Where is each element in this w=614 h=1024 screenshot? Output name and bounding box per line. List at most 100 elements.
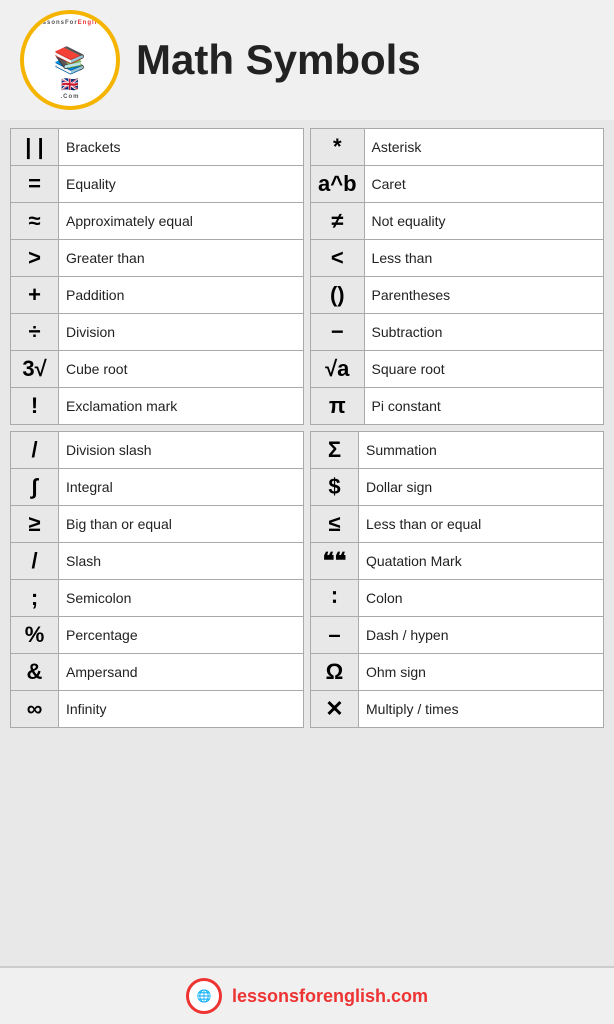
symbol-cell: ≤ (311, 506, 359, 543)
symbol-name-cell: Exclamation mark (59, 388, 304, 425)
symbol-cell: ✕ (311, 691, 359, 728)
symbol-cell: – (311, 617, 359, 654)
table-row: ΣSummation (311, 432, 604, 469)
table-row: ∫Integral (11, 469, 304, 506)
symbol-name-cell: Subtraction (364, 314, 603, 351)
symbol-cell: $ (311, 469, 359, 506)
symbol-name-cell: Big than or equal (59, 506, 304, 543)
logo-arc-bottom: .Com (30, 94, 110, 100)
symbol-cell: − (311, 314, 365, 351)
symbol-cell: ; (11, 580, 59, 617)
symbol-cell: / (11, 432, 59, 469)
table-row: /Slash (11, 543, 304, 580)
symbol-name-cell: Ohm sign (359, 654, 604, 691)
symbol-name-cell: Colon (359, 580, 604, 617)
symbol-name-cell: Less than or equal (359, 506, 604, 543)
symbol-cell: ∫ (11, 469, 59, 506)
symbol-name-cell: Paddition (59, 277, 304, 314)
symbol-name-cell: Not equality (364, 203, 603, 240)
footer-logo: 🌐 (186, 978, 222, 1014)
symbol-cell: ≥ (11, 506, 59, 543)
bottom-tables-row: /Division slash∫Integral≥Big than or equ… (10, 431, 604, 728)
top-left-table: | |Brackets=Equality≈Approximately equal… (10, 128, 304, 425)
logo: LessonsForEnglish 📚 🇬🇧 .Com (20, 10, 120, 110)
symbol-cell: | | (11, 129, 59, 166)
symbol-cell: = (11, 166, 59, 203)
symbol-cell: π (311, 388, 365, 425)
symbol-cell: a^b (311, 166, 365, 203)
page-header: LessonsForEnglish 📚 🇬🇧 .Com Math Symbols (0, 0, 614, 120)
table-row: | |Brackets (11, 129, 304, 166)
symbol-name-cell: Cube root (59, 351, 304, 388)
table-row: ()Parentheses (311, 277, 604, 314)
top-right-table: *Asteriska^bCaret≠Not equality<Less than… (310, 128, 604, 425)
logo-books-icon: 📚 (54, 45, 86, 76)
page-title: Math Symbols (136, 36, 421, 84)
table-row: &Ampersand (11, 654, 304, 691)
symbol-cell: Ω (311, 654, 359, 691)
page-footer: 🌐 lessonsforenglish.com (0, 966, 614, 1024)
table-row: %Percentage (11, 617, 304, 654)
table-row: <Less than (311, 240, 604, 277)
table-row: ΩOhm sign (311, 654, 604, 691)
symbol-name-cell: Quatation Mark (359, 543, 604, 580)
symbol-name-cell: Asterisk (364, 129, 603, 166)
table-row: ≠Not equality (311, 203, 604, 240)
table-row: ≤Less than or equal (311, 506, 604, 543)
symbol-name-cell: Parentheses (364, 277, 603, 314)
table-row: √aSquare root (311, 351, 604, 388)
symbol-cell: ÷ (11, 314, 59, 351)
table-row: =Equality (11, 166, 304, 203)
table-row: ÷Division (11, 314, 304, 351)
symbol-name-cell: Greater than (59, 240, 304, 277)
symbol-cell: Σ (311, 432, 359, 469)
symbol-cell: + (11, 277, 59, 314)
symbol-cell: ≈ (11, 203, 59, 240)
symbol-name-cell: Dollar sign (359, 469, 604, 506)
symbol-name-cell: Brackets (59, 129, 304, 166)
symbol-name-cell: Slash (59, 543, 304, 580)
logo-flag-icon: 🇬🇧 (61, 76, 78, 93)
table-row: $Dollar sign (311, 469, 604, 506)
symbol-name-cell: Caret (364, 166, 603, 203)
table-row: ;Semicolon (11, 580, 304, 617)
symbol-cell: ∞ (11, 691, 59, 728)
table-row: ❝❝Quatation Mark (311, 543, 604, 580)
bottom-right-table: ΣSummation$Dollar sign≤Less than or equa… (310, 431, 604, 728)
symbol-name-cell: Percentage (59, 617, 304, 654)
symbol-cell: √a (311, 351, 365, 388)
symbol-cell: ❝❝ (311, 543, 359, 580)
table-row: ∞Infinity (11, 691, 304, 728)
symbol-name-cell: Multiply / times (359, 691, 604, 728)
symbol-cell: > (11, 240, 59, 277)
table-row: −Subtraction (311, 314, 604, 351)
table-row: !Exclamation mark (11, 388, 304, 425)
symbol-cell: < (311, 240, 365, 277)
symbol-cell: * (311, 129, 365, 166)
table-row: *Asterisk (311, 129, 604, 166)
table-row: ≥Big than or equal (11, 506, 304, 543)
content-area: | |Brackets=Equality≈Approximately equal… (0, 120, 614, 966)
table-row: +Paddition (11, 277, 304, 314)
symbol-cell: & (11, 654, 59, 691)
symbol-name-cell: Infinity (59, 691, 304, 728)
symbol-name-cell: Division slash (59, 432, 304, 469)
symbol-cell: ! (11, 388, 59, 425)
symbol-cell: 3√ (11, 351, 59, 388)
table-row: >Greater than (11, 240, 304, 277)
table-row: ≈Approximately equal (11, 203, 304, 240)
symbol-name-cell: Ampersand (59, 654, 304, 691)
symbol-name-cell: Integral (59, 469, 304, 506)
symbol-cell: ∶ (311, 580, 359, 617)
table-row: 3√Cube root (11, 351, 304, 388)
symbol-name-cell: Division (59, 314, 304, 351)
symbol-cell: / (11, 543, 59, 580)
symbol-name-cell: Dash / hypen (359, 617, 604, 654)
symbol-cell: ≠ (311, 203, 365, 240)
footer-url: lessonsforenglish.com (232, 986, 428, 1007)
symbol-name-cell: Pi constant (364, 388, 603, 425)
logo-arc-top: LessonsForEnglish (30, 20, 110, 26)
table-row: –Dash / hypen (311, 617, 604, 654)
table-row: a^bCaret (311, 166, 604, 203)
symbol-name-cell: Less than (364, 240, 603, 277)
